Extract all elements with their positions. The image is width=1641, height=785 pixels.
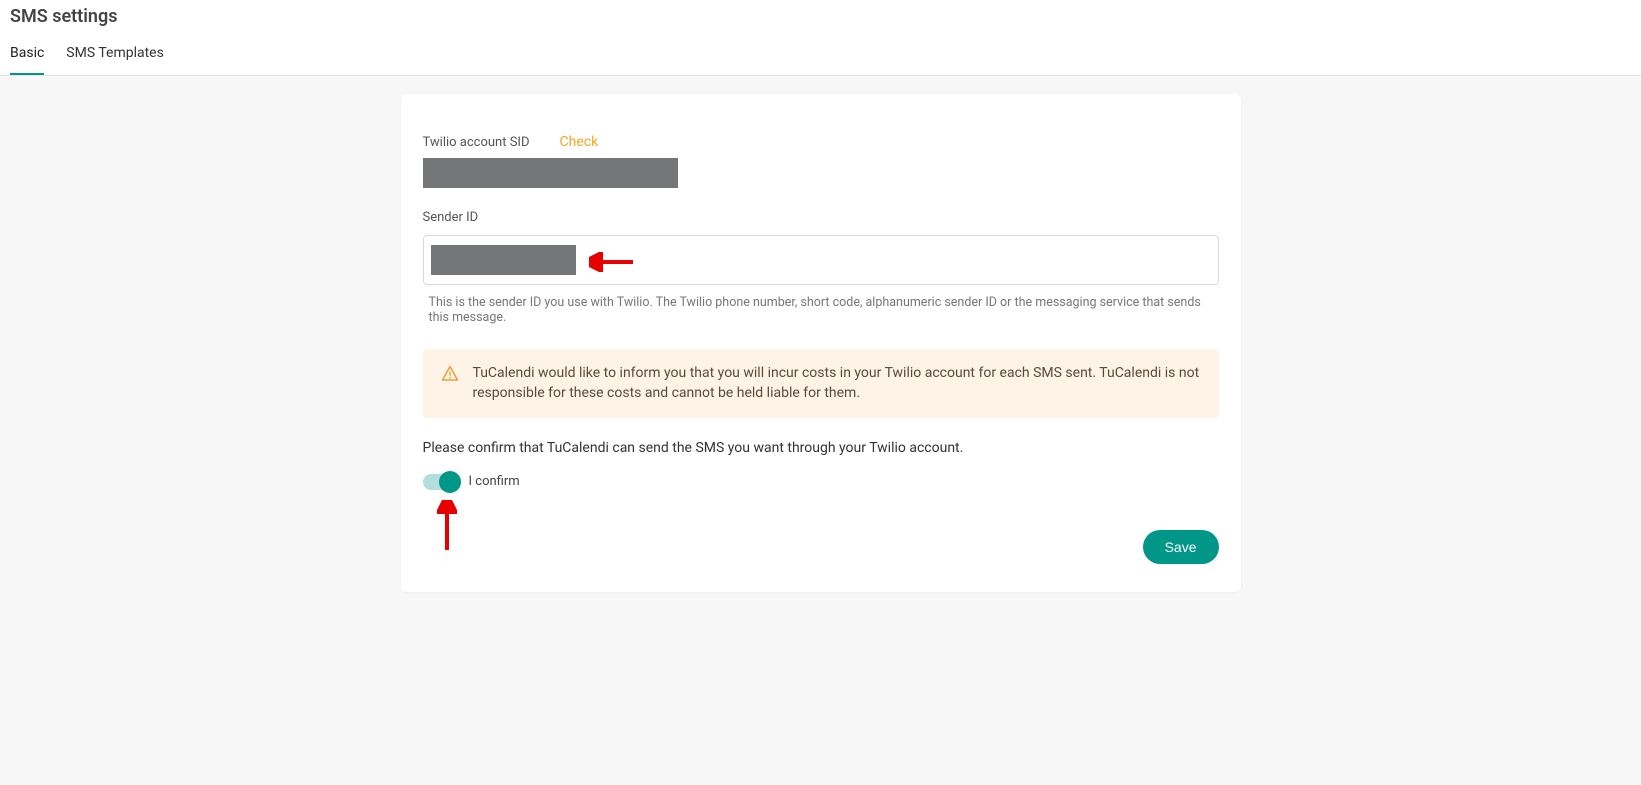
confirm-toggle-label: I confirm [469,474,520,489]
confirm-toggle[interactable] [423,474,459,490]
tab-basic[interactable]: Basic [10,45,44,75]
cost-warning-text: TuCalendi would like to inform you that … [473,363,1201,404]
check-link[interactable]: Check [560,134,599,150]
twilio-sid-label: Twilio account SID [423,135,530,150]
warning-icon [441,365,459,404]
toggle-knob [439,471,461,493]
sender-id-redacted-value [431,245,576,275]
save-button[interactable]: Save [1143,530,1219,564]
cost-warning-alert: TuCalendi would like to inform you that … [423,349,1219,418]
settings-card: Twilio account SID Check Sender ID This … [401,94,1241,592]
confirm-prompt: Please confirm that TuCalendi can send t… [423,440,1219,456]
sender-id-help-text: This is the sender ID you use with Twili… [423,295,1219,325]
page-title: SMS settings [0,0,1641,27]
tabs: Basic SMS Templates [0,27,1641,76]
twilio-sid-redacted-value [423,158,678,188]
sender-id-label: Sender ID [423,210,1219,225]
tab-sms-templates[interactable]: SMS Templates [66,45,164,75]
